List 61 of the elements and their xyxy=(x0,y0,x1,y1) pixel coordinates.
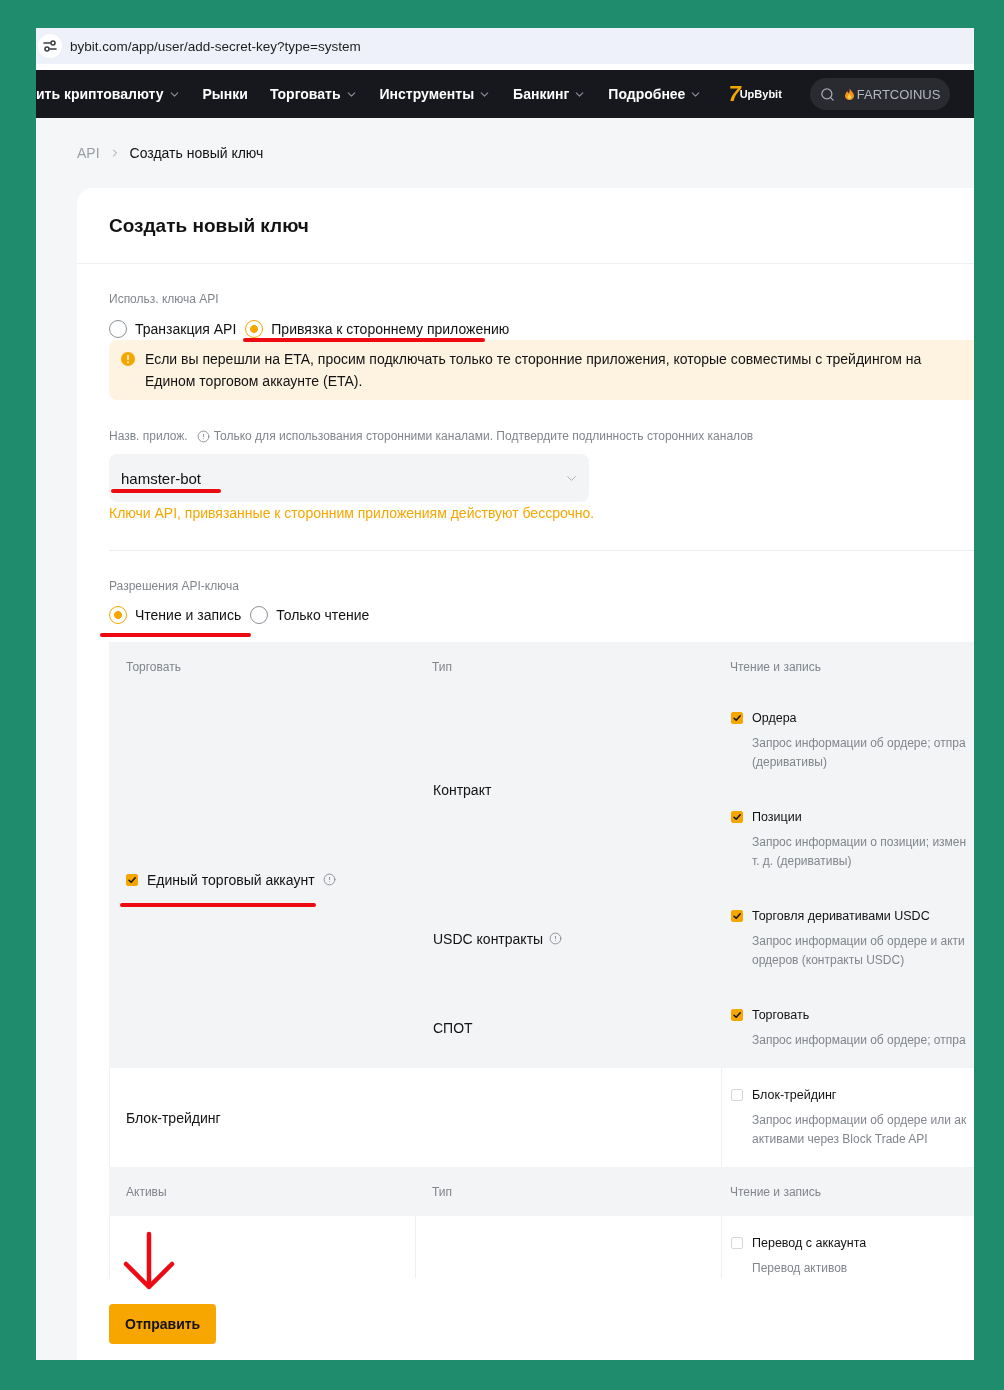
flame-icon xyxy=(844,88,854,100)
permission-description: Запрос информации об ордере; отпра (деривативы) xyxy=(752,735,967,771)
nav-menu-item[interactable]: Банкинг xyxy=(513,86,587,102)
checkbox[interactable] xyxy=(731,1237,743,1249)
address-bar[interactable]: bybit.com/app/user/add-secret-key?type=system xyxy=(36,28,974,64)
breadcrumb-current: Создать новый ключ xyxy=(129,145,264,161)
radio-icon[interactable] xyxy=(109,606,127,624)
nav-menu-item[interactable]: Подробнее xyxy=(608,86,703,102)
nav-menu-item[interactable]: Инструменты xyxy=(379,86,492,102)
hint-text: Только для использования сторонними каналами. Подтвердите подлинность сторонних каналов xyxy=(213,429,754,443)
permission-label: Ордера xyxy=(752,711,797,725)
search-field[interactable]: FARTCOINUS xyxy=(809,78,950,110)
warning-text: Если вы перешли на ETA, просим подключать только те сторонние приложения, которые совместимы с трейдингом на Едином торговом аккаунте (ETA). xyxy=(145,350,923,391)
permission-label: Торговля деривативами USDC xyxy=(752,909,930,923)
permission-label: Торговать xyxy=(752,1008,810,1022)
radio-option[interactable]: Транзакция API xyxy=(109,320,237,338)
radio-icon[interactable] xyxy=(109,320,127,338)
permission-description: Перевод активов xyxy=(752,1260,849,1277)
checkbox[interactable] xyxy=(731,811,743,823)
column-header: Тип xyxy=(431,659,453,674)
column-header: Активы xyxy=(125,1184,168,1199)
radio-icon[interactable] xyxy=(245,320,264,338)
type-name: Контракт xyxy=(433,782,492,798)
permission-description: Запрос информации об ордере; отпра xyxy=(752,1032,967,1049)
checkbox[interactable] xyxy=(731,910,743,922)
column-header: Тип xyxy=(431,1184,453,1199)
field-label: Назв. прилож. xyxy=(109,428,188,444)
radio-option[interactable]: Только чтение xyxy=(250,606,370,624)
nav-menu-item[interactable]: ить криптовалюту xyxy=(36,86,181,102)
field-label: Использ. ключа API xyxy=(109,291,219,307)
checkbox[interactable] xyxy=(126,873,138,886)
feature-name: Блок-трейдинг xyxy=(126,1109,221,1126)
permission-label: Блок-трейдинг xyxy=(752,1088,837,1102)
permission-description: Запрос информации об ордере или ак активами через Block Trade API xyxy=(752,1112,968,1148)
checkbox[interactable] xyxy=(731,1089,743,1101)
validity-note: Ключи API, привязанные к сторонним приложениям действуют бессрочно. xyxy=(109,504,595,523)
card-title: Создать новый ключ xyxy=(109,214,309,237)
radio-icon[interactable] xyxy=(250,606,269,624)
permission-label: Перевод с аккаунта xyxy=(752,1236,867,1250)
warning-icon xyxy=(121,352,135,366)
type-name: USDC контракты xyxy=(433,930,544,947)
column-header: Торговать xyxy=(125,659,182,674)
app-name-select[interactable]: hamster-bot xyxy=(109,454,589,502)
info-icon xyxy=(196,429,210,443)
permission-description: Запрос информации об ордере и акти ордеров (контракты USDC) xyxy=(752,933,966,969)
sliders-icon[interactable] xyxy=(38,34,62,58)
submit-button[interactable]: Отправить xyxy=(109,1304,217,1344)
radio-option[interactable]: Чтение и запись xyxy=(109,606,242,624)
type-name: СПОТ xyxy=(433,1020,473,1036)
search-icon xyxy=(819,86,835,102)
radio-option[interactable]: Привязка к стороннему приложению xyxy=(245,320,510,338)
checkbox[interactable] xyxy=(731,712,743,724)
permission-label: Позиции xyxy=(752,810,802,824)
column-header: Чтение и запись xyxy=(729,659,823,674)
nav-menu-item[interactable]: Рынки xyxy=(202,86,248,102)
nav-menu-item[interactable]: Торговать xyxy=(269,86,358,102)
checkbox[interactable] xyxy=(731,1009,743,1021)
permission-description: Запрос информации о позиции; измен т. д. (деривативы) xyxy=(752,834,968,870)
column-header: Чтение и запись xyxy=(729,1184,823,1199)
account-name: Единый торговый аккаунт xyxy=(147,871,315,888)
field-label: Разрешения API-ключа xyxy=(109,578,239,594)
